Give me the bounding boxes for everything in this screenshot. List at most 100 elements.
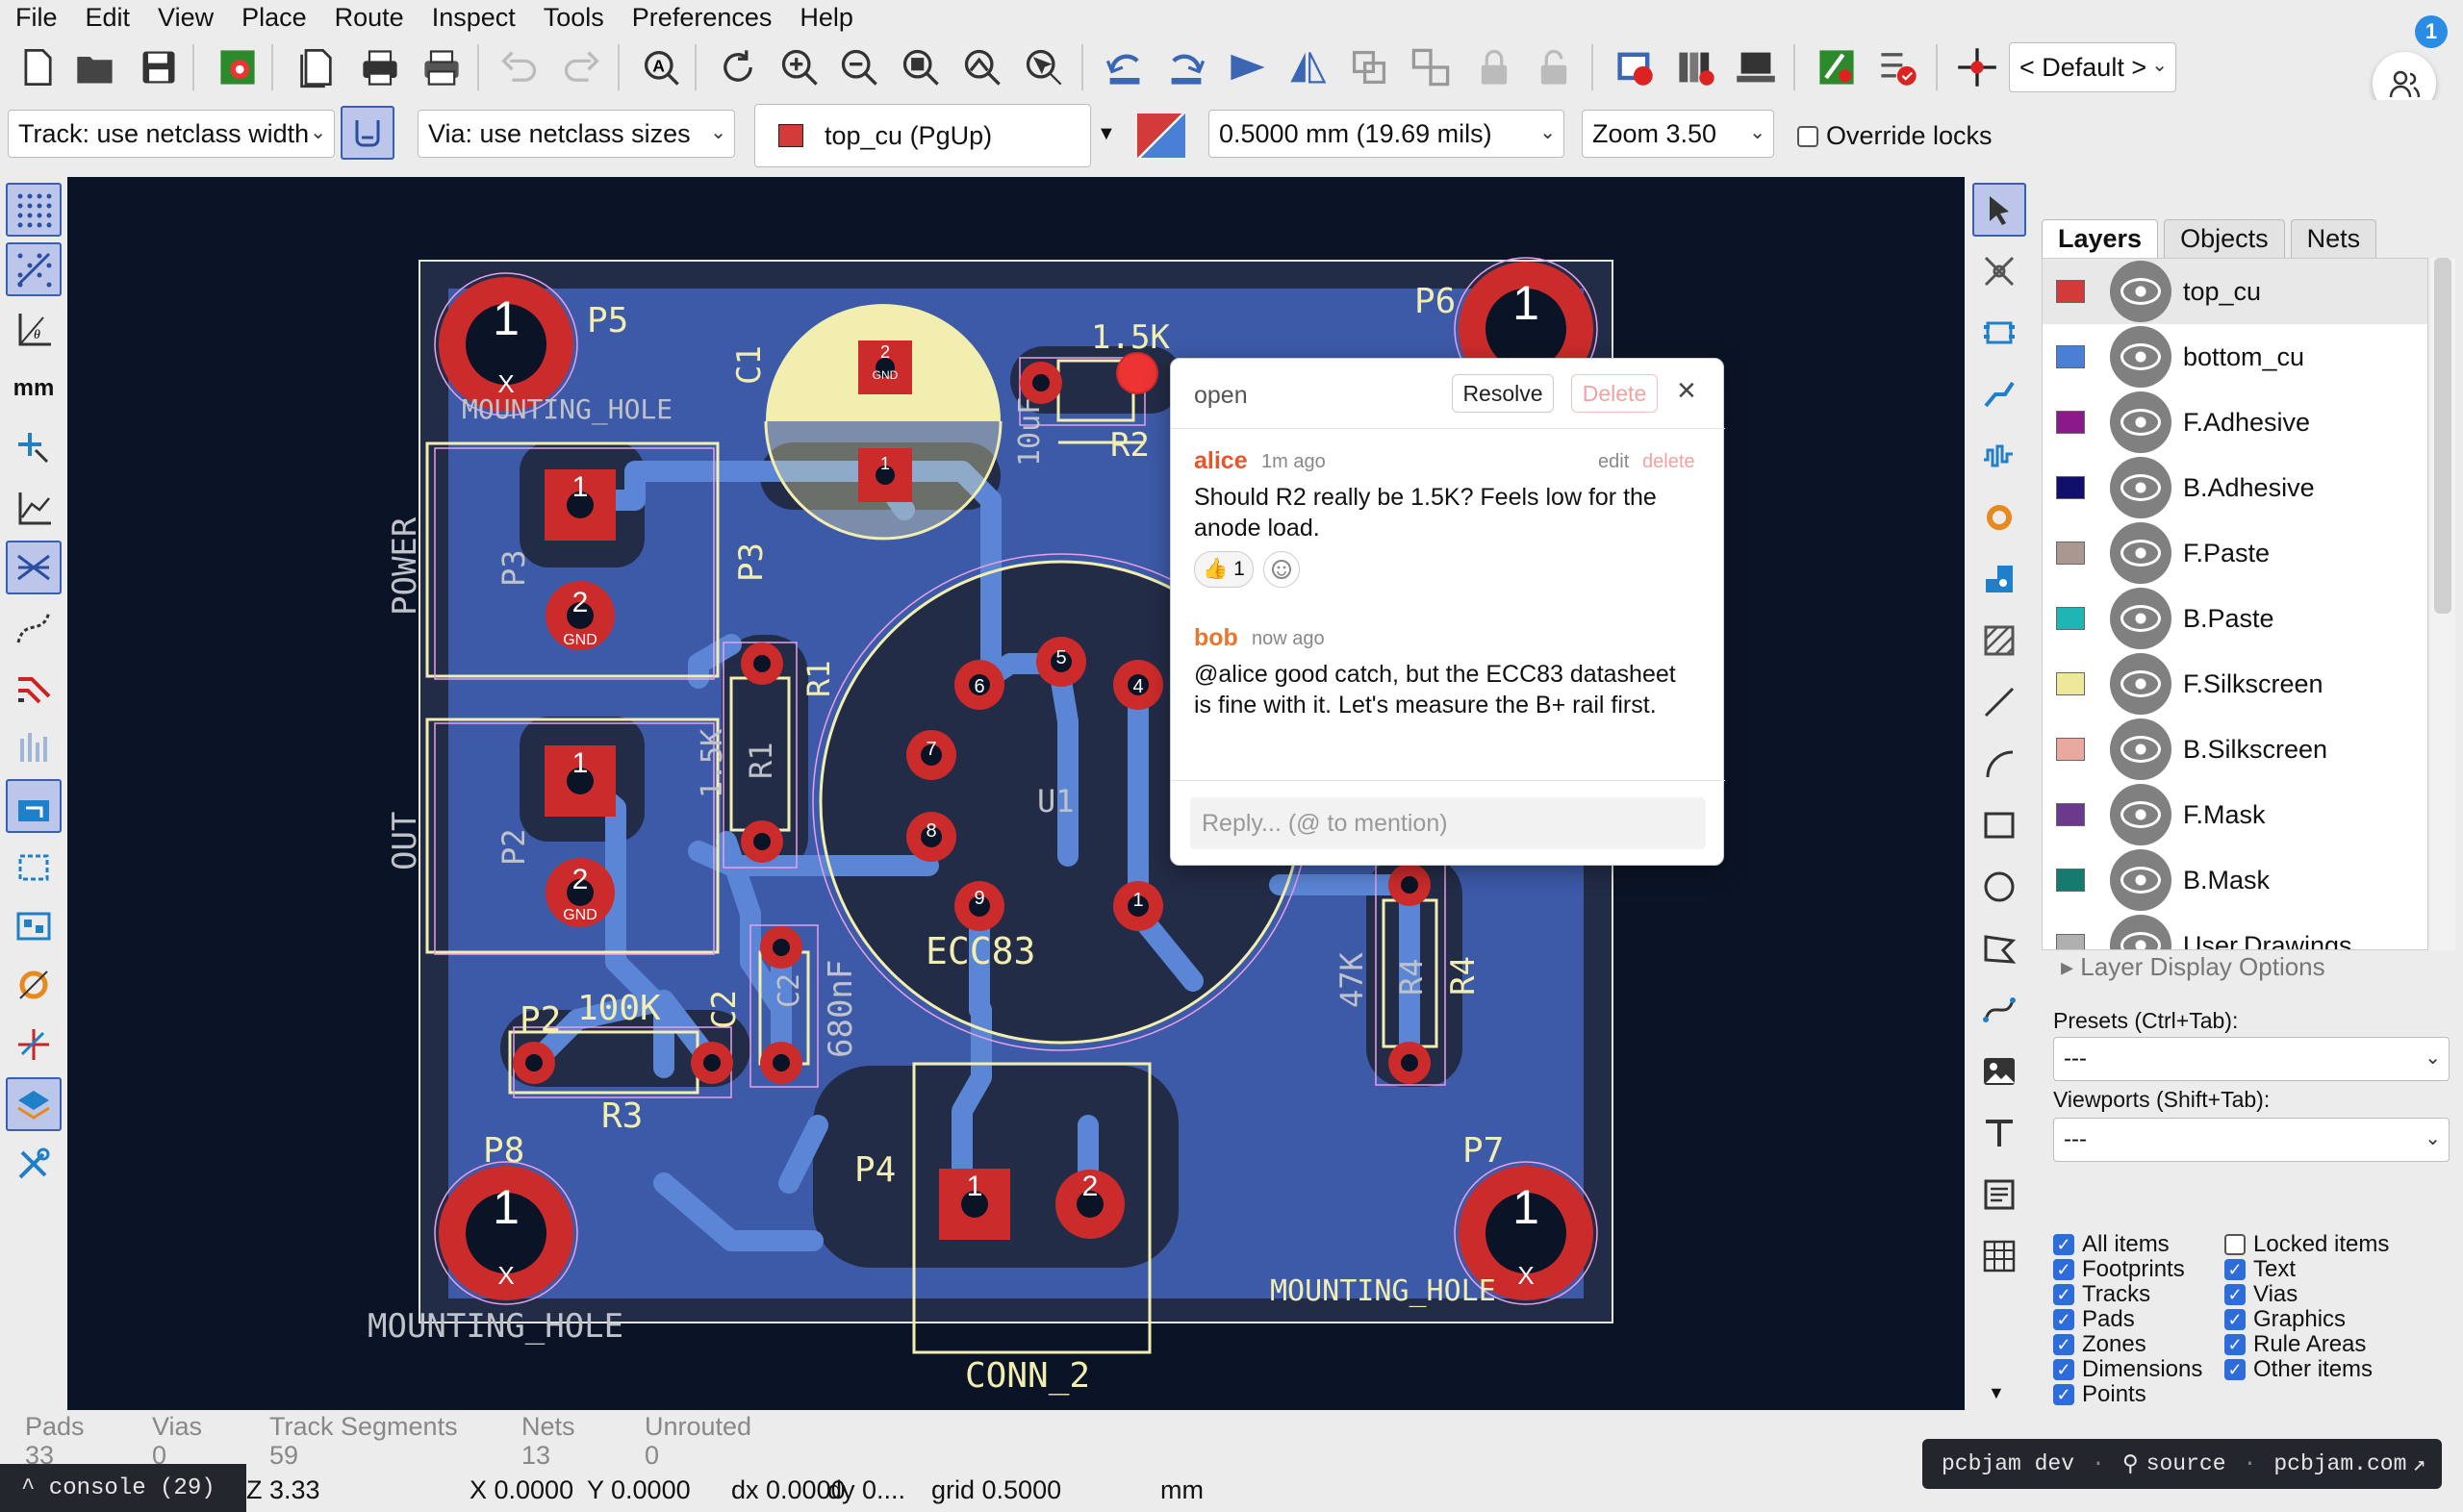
checklist-icon[interactable] (1874, 42, 1922, 92)
layer-select[interactable]: top_cu (PgUp) (754, 104, 1091, 167)
pads-icon[interactable] (6, 898, 62, 952)
zoom-select[interactable]: Zoom 3.50 ⌄ (1582, 110, 1774, 158)
zoom-fit-icon[interactable] (897, 42, 945, 92)
more-tools-icon[interactable]: ▼ (1988, 1383, 2005, 1403)
add-textbox-icon[interactable] (1972, 1168, 2026, 1222)
units-mm-icon[interactable]: mm (6, 362, 62, 416)
tab-nets[interactable]: Nets (2290, 219, 2377, 258)
grid-dots-icon[interactable] (6, 183, 62, 237)
preset-select[interactable]: < Default > ⌄ (2009, 42, 2176, 92)
layer-row-b-mask[interactable]: B.Mask (2043, 847, 2427, 913)
layer-display-options-toggle[interactable]: ▸ Layer Display Options (2061, 952, 2325, 982)
3d-viewer-icon[interactable] (1732, 42, 1780, 92)
grid-overrides-icon[interactable] (6, 242, 62, 296)
eye-icon[interactable] (2110, 653, 2171, 715)
zoom-in-icon[interactable] (775, 42, 824, 92)
add-table-icon[interactable] (1972, 1229, 2026, 1283)
eye-icon[interactable] (2110, 391, 2171, 453)
grid-select[interactable]: 0.5000 mm (19.69 mils) ⌄ (1208, 110, 1564, 158)
override-locks-checkbox[interactable]: Override locks (1797, 121, 1993, 151)
source-link[interactable]: source (2146, 1451, 2226, 1476)
tune-length-icon[interactable] (1972, 429, 2026, 483)
save-icon[interactable] (135, 42, 183, 92)
layer-swatch[interactable] (2056, 411, 2085, 434)
layer-row-b-paste[interactable]: B.Paste (2043, 586, 2427, 651)
rotate-cw-icon[interactable] (1162, 42, 1210, 92)
visibility-checkbox-all-items[interactable]: ✓ All items (2053, 1231, 2170, 1258)
mirror-icon[interactable] (1283, 42, 1332, 92)
menu-preferences[interactable]: Preferences (632, 3, 773, 33)
redo-icon[interactable] (558, 42, 606, 92)
menu-view[interactable]: View (158, 3, 214, 33)
netlist-icon[interactable] (1672, 42, 1720, 92)
eye-icon[interactable] (2110, 915, 2171, 949)
menu-route[interactable]: Route (335, 3, 404, 33)
drc-icon[interactable] (1611, 42, 1659, 92)
new-board-icon[interactable] (13, 42, 62, 92)
website-link[interactable]: pcbjam.com (2273, 1451, 2406, 1476)
plot-icon[interactable] (418, 42, 466, 92)
graph-icon[interactable] (6, 481, 62, 535)
visibility-checkbox-other-items[interactable]: ✓ Other items (2224, 1356, 2373, 1383)
presets-select[interactable]: --- ⌄ (2053, 1037, 2450, 1081)
layer-swatch[interactable] (2056, 476, 2085, 499)
layer-row-f-adhesive[interactable]: F.Adhesive (2043, 390, 2427, 455)
visibility-checkbox-zones[interactable]: ✓ Zones (2053, 1331, 2146, 1358)
menu-tools[interactable]: Tools (544, 3, 604, 33)
layer-row-user-drawings[interactable]: User.Drawings (2043, 913, 2427, 949)
visibility-checkbox-tracks[interactable]: ✓ Tracks (2053, 1281, 2150, 1308)
edit-comment-link[interactable]: edit (1598, 451, 1629, 473)
layer-row-b-silkscreen[interactable]: B.Silkscreen (2043, 717, 2427, 782)
draw-polygon-icon[interactable] (1972, 921, 2026, 975)
high-contrast-icon[interactable] (6, 719, 62, 773)
eye-icon[interactable] (2110, 718, 2171, 780)
vias-icon[interactable] (6, 958, 62, 1012)
auto-track-width-toggle[interactable] (341, 106, 394, 160)
rotate-ccw-icon[interactable] (1101, 42, 1149, 92)
net-highlight-icon[interactable] (6, 1018, 62, 1071)
layer-row-top-cu[interactable]: top_cu (2043, 259, 2427, 324)
eye-icon[interactable] (2110, 522, 2171, 584)
add-text-icon[interactable] (1972, 1106, 2026, 1160)
menu-edit[interactable]: Edit (86, 3, 131, 33)
tools-icon[interactable] (6, 1137, 62, 1191)
board-setup-icon[interactable] (214, 42, 262, 92)
eye-icon[interactable] (2110, 457, 2171, 518)
group-icon[interactable] (1345, 42, 1393, 92)
cursor-crosshair-icon[interactable] (6, 421, 62, 475)
close-icon[interactable]: × (1677, 372, 1696, 410)
rule-area-icon[interactable] (1972, 614, 2026, 668)
route-track-icon[interactable] (1972, 367, 2026, 421)
curved-ratsnest-icon[interactable] (6, 600, 62, 654)
delete-comment-link[interactable]: delete (1642, 451, 1695, 473)
tab-objects[interactable]: Objects (2164, 219, 2285, 258)
chevron-down-icon[interactable]: ▼ (1097, 123, 1116, 145)
show-tracks-icon[interactable] (6, 660, 62, 714)
layer-row-f-paste[interactable]: F.Paste (2043, 520, 2427, 586)
draw-rectangle-icon[interactable] (1972, 798, 2026, 852)
delete-thread-button[interactable]: Delete (1571, 374, 1658, 413)
add-footprint-icon[interactable] (1972, 306, 2026, 360)
menu-file[interactable]: File (15, 3, 58, 33)
menu-place[interactable]: Place (241, 3, 307, 33)
layer-swatch[interactable] (2056, 542, 2085, 565)
layer-swatch[interactable] (2056, 607, 2085, 630)
draw-circle-icon[interactable] (1972, 860, 2026, 914)
resolve-button[interactable]: Resolve (1452, 374, 1554, 413)
zoom-out-icon[interactable] (835, 42, 883, 92)
layer-row-f-silkscreen[interactable]: F.Silkscreen (2043, 651, 2427, 717)
comment-marker[interactable] (1118, 354, 1156, 392)
unlock-icon[interactable] (1530, 42, 1578, 92)
local-ratsnest-icon[interactable] (1972, 244, 2026, 298)
layer-pair-icon[interactable] (1137, 113, 1185, 158)
menu-help[interactable]: Help (800, 3, 853, 33)
page-settings-icon[interactable] (292, 42, 341, 92)
reply-input[interactable]: Reply... (@ to mention) (1190, 797, 1706, 849)
eye-icon[interactable] (2110, 261, 2171, 322)
via-size-select[interactable]: Via: use netclass sizes ⌄ (418, 110, 735, 158)
layer-swatch[interactable] (2056, 803, 2085, 826)
layers-manager-icon[interactable] (6, 1077, 62, 1131)
visibility-checkbox-text[interactable]: ✓ Text (2224, 1256, 2296, 1283)
visibility-checkbox-footprints[interactable]: ✓ Footprints (2053, 1256, 2185, 1283)
undo-icon[interactable] (495, 42, 543, 92)
